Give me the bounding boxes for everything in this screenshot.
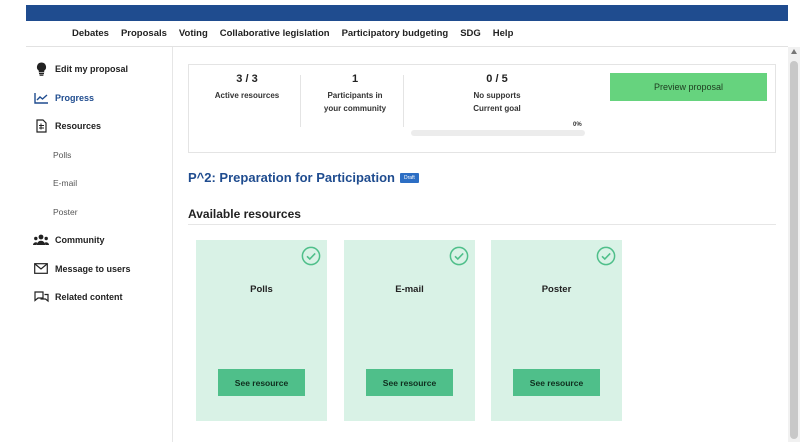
stat-participants: 1 Participants in your community	[307, 73, 403, 115]
scroll-up-arrow-icon[interactable]	[791, 49, 797, 54]
stat-label: Participants in	[327, 91, 383, 100]
sidebar-item-progress[interactable]: Progress	[26, 84, 172, 113]
sidebar-item-community[interactable]: Community	[26, 226, 172, 255]
sidebar-item-message-users[interactable]: Message to users	[26, 255, 172, 284]
resource-card-poster: Poster See resource	[491, 240, 622, 421]
nav-voting[interactable]: Voting	[179, 28, 208, 39]
resource-card-email: E-mail See resource	[344, 240, 475, 421]
nav-debates[interactable]: Debates	[72, 28, 109, 39]
nav-collaborative-legislation[interactable]: Collaborative legislation	[220, 28, 330, 39]
sidebar-item-related-content[interactable]: Related content	[26, 283, 172, 312]
section-divider	[188, 224, 776, 225]
sidebar-item-label: Community	[55, 235, 105, 246]
sidebar-item-label: Edit my proposal	[55, 64, 129, 75]
preview-proposal-button[interactable]: Preview proposal	[610, 73, 767, 101]
sidebar-item-resources[interactable]: Resources	[26, 112, 172, 141]
sidebar-subitem-polls[interactable]: Polls	[26, 141, 172, 170]
sidebar-subitem-poster[interactable]: Poster	[26, 198, 172, 227]
stat-divider	[300, 75, 301, 127]
see-resource-button[interactable]: See resource	[366, 369, 453, 396]
check-circle-icon	[449, 246, 469, 266]
progress-stats-panel: 3 / 3 Active resources 1 Participants in…	[188, 64, 776, 153]
sidebar-item-label: Progress	[55, 92, 95, 103]
lightbulb-icon	[33, 62, 49, 77]
main-content: 3 / 3 Active resources 1 Participants in…	[174, 47, 788, 442]
stat-label: your community	[323, 104, 387, 113]
nav-sdg[interactable]: SDG	[460, 28, 481, 39]
nav-proposals[interactable]: Proposals	[121, 28, 167, 39]
document-icon	[33, 119, 49, 133]
sidebar-item-edit-proposal[interactable]: Edit my proposal	[26, 55, 172, 84]
stat-value: 3 / 3	[236, 73, 258, 85]
resource-card-title: Polls	[250, 284, 273, 295]
scrollbar-thumb[interactable]	[790, 61, 798, 439]
sidebar: Edit my proposal Progress Resources Poll…	[26, 47, 173, 442]
vertical-scrollbar[interactable]	[788, 47, 800, 442]
supports-progress-bar	[411, 130, 585, 136]
stat-value: 1	[351, 73, 359, 85]
envelope-icon	[33, 262, 49, 276]
proposal-title: P^2: Preparation for Participation Draft	[188, 170, 419, 185]
nav-help[interactable]: Help	[493, 28, 514, 39]
nav-participatory-budgeting[interactable]: Participatory budgeting	[342, 28, 449, 39]
see-resource-button[interactable]: See resource	[218, 369, 305, 396]
check-circle-icon	[301, 246, 321, 266]
section-title: Available resources	[188, 207, 301, 221]
stat-label: No supports	[473, 91, 521, 100]
see-resource-button[interactable]: See resource	[513, 369, 600, 396]
sidebar-subitem-email[interactable]: E-mail	[26, 169, 172, 198]
stat-label: Active resources	[214, 91, 280, 100]
stat-value: 0 / 5	[486, 73, 508, 85]
main-nav: Debates Proposals Voting Collaborative l…	[26, 21, 788, 47]
check-circle-icon	[596, 246, 616, 266]
progress-percent-label: 0%	[573, 122, 582, 128]
sidebar-item-label: Message to users	[55, 263, 131, 274]
stat-supports: 0 / 5 No supports Current goal	[409, 73, 585, 115]
sidebar-item-label: Resources	[55, 121, 102, 132]
sidebar-item-label: Related content	[55, 292, 123, 303]
status-badge: Draft	[399, 172, 419, 183]
line-chart-icon	[33, 91, 49, 105]
proposal-title-text[interactable]: P^2: Preparation for Participation	[188, 170, 395, 185]
top-brand-bar	[26, 5, 788, 21]
stat-active-resources: 3 / 3 Active resources	[199, 73, 295, 102]
comments-icon	[33, 290, 49, 304]
resource-card-polls: Polls See resource	[196, 240, 327, 421]
users-icon	[33, 233, 49, 247]
resource-card-title: Poster	[541, 284, 572, 295]
stat-divider	[403, 75, 404, 127]
stat-label: Current goal	[473, 104, 521, 113]
resource-card-title: E-mail	[395, 284, 424, 295]
